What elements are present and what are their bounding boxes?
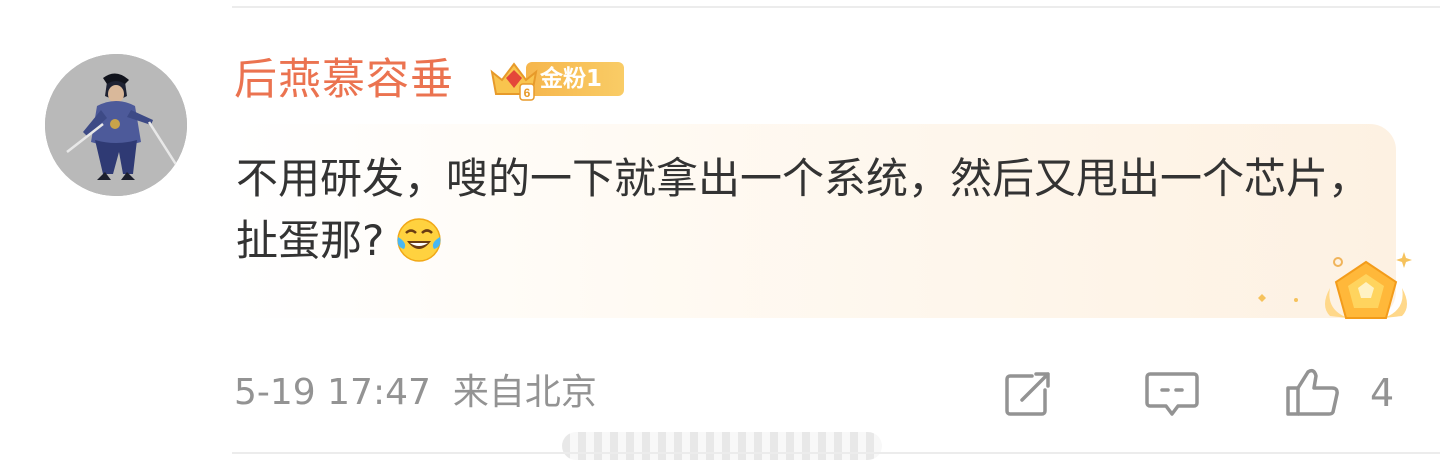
avatar-image bbox=[45, 54, 187, 196]
timestamp: 5-19 17:47 bbox=[234, 372, 431, 413]
username[interactable]: 后燕慕容垂 bbox=[234, 52, 454, 108]
avatar[interactable] bbox=[45, 54, 187, 196]
location: 来自北京 bbox=[452, 372, 597, 413]
top-divider bbox=[232, 6, 1440, 8]
comment-meta: 5-19 17:47 来自北京 bbox=[234, 366, 597, 420]
thumb-up-icon bbox=[1286, 368, 1339, 416]
fan-badge[interactable]: 金粉1 6 bbox=[486, 54, 626, 102]
laughing-tears-emoji-icon bbox=[397, 218, 442, 262]
comment-icon bbox=[1145, 372, 1199, 416]
share-icon bbox=[1005, 372, 1050, 416]
like-count: 4 bbox=[1370, 371, 1395, 415]
fan-level-digit: 6 bbox=[524, 86, 531, 100]
share-button[interactable] bbox=[1000, 366, 1060, 420]
comment-text: 不用研发，嗖的一下就拿出一个系统，然后又甩出一个芯片，扯蛋那? bbox=[236, 148, 1376, 272]
bottom-divider bbox=[232, 452, 1440, 454]
like-button[interactable]: 4 bbox=[1282, 366, 1402, 420]
reply-button[interactable] bbox=[1142, 366, 1202, 420]
crown-diamond-icon: 6 bbox=[490, 62, 538, 101]
achievement-badge-icon bbox=[1258, 252, 1412, 319]
loading-placeholder bbox=[562, 432, 882, 460]
fan-badge-label: 金粉1 bbox=[540, 66, 603, 92]
